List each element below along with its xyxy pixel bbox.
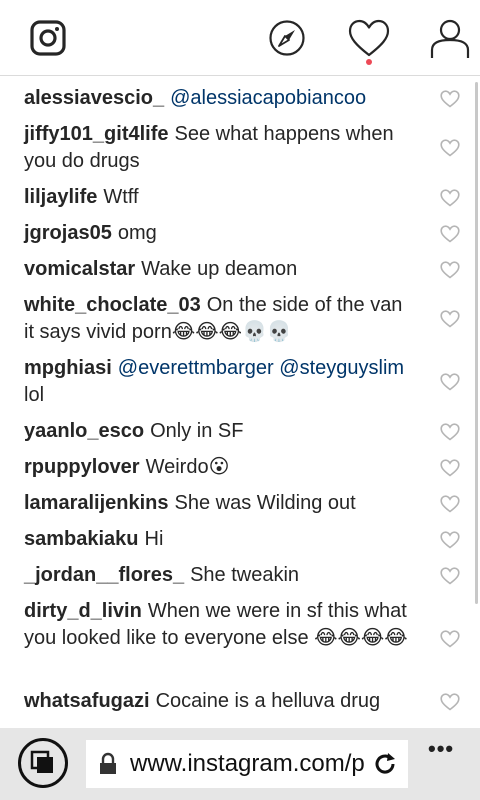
comment-body: She tweakin <box>190 564 300 586</box>
like-heart-icon[interactable] <box>440 310 460 328</box>
comment-text: alessiavescio_ @alessiacapobiancoo <box>24 85 416 112</box>
like-heart-icon[interactable] <box>440 89 460 108</box>
comment-row: dirty_d_livin When we were in sf this wha… <box>24 598 464 679</box>
refresh-icon[interactable] <box>372 751 398 777</box>
like-heart-icon[interactable] <box>440 422 460 441</box>
comment-body: omg <box>117 222 157 244</box>
comment-text: vomicalstar Wake up deamon <box>24 256 416 283</box>
comment-body: Wake up deamon <box>141 258 298 280</box>
comment-text: lamaralijenkins She was Wilding out <box>24 490 416 517</box>
comment-username-link[interactable]: alessiavescio_ <box>24 87 164 109</box>
comment-body: She was Wilding out <box>174 492 356 514</box>
tabs-icon <box>30 750 53 773</box>
comment-body: Hi <box>144 528 164 550</box>
comment-row: mpghiasi @everettmbarger @steyguyslim lol <box>24 355 464 409</box>
comment-text: liljaylife Wtff <box>24 184 416 211</box>
like-heart-icon[interactable] <box>440 494 460 513</box>
like-heart-icon[interactable] <box>440 458 460 477</box>
comment-row: sambakiaku Hi <box>24 526 464 553</box>
comment-username-link[interactable]: white_choclate_03 <box>24 294 201 316</box>
comment-username-link[interactable]: vomicalstar <box>24 258 135 280</box>
comment-username-link[interactable]: lamaralijenkins <box>24 492 169 514</box>
comment-text: yaanlo_esco Only in SF <box>24 418 416 445</box>
comment-body: Cocaine is a helluva drug <box>155 690 381 712</box>
comment-username-link[interactable]: yaanlo_esco <box>24 420 144 442</box>
comment-row: liljaylife Wtff <box>24 184 464 211</box>
comment-text: whatsafugazi Cocaine is a helluva drug <box>24 688 416 715</box>
url-text: www.instagram.com/p <box>130 750 365 777</box>
notification-dot <box>366 59 372 65</box>
compass-icon[interactable] <box>268 19 306 57</box>
heart-icon[interactable] <box>348 19 390 59</box>
like-heart-icon[interactable] <box>440 629 460 648</box>
comment-username-link[interactable]: liljaylife <box>24 186 97 208</box>
mention-link[interactable]: @everettmbarger <box>118 357 274 379</box>
comment-body: lol <box>24 384 45 406</box>
more-options-button[interactable]: ••• <box>428 736 454 762</box>
comment-text: jgrojas05 omg <box>24 220 416 247</box>
browser-toolbar: www.instagram.com/p ••• <box>0 728 480 800</box>
like-heart-icon[interactable] <box>440 260 460 279</box>
comment-text: white_choclate_03 On the side of the van … <box>24 292 416 346</box>
comment-row: whatsafugazi Cocaine is a helluva drug <box>24 688 464 715</box>
comment-body: Wtff <box>103 186 139 208</box>
like-heart-icon[interactable] <box>440 224 460 243</box>
comment-row: lamaralijenkins She was Wilding out <box>24 490 464 517</box>
comment-username-link[interactable]: mpghiasi <box>24 357 112 379</box>
comment-username-link[interactable]: jgrojas05 <box>24 222 112 244</box>
address-bar[interactable]: www.instagram.com/p <box>86 740 408 788</box>
comment-text: jiffy101_git4life See what happens when y… <box>24 121 416 175</box>
comment-text: _jordan__flores_ She tweakin <box>24 562 416 589</box>
comment-row: alessiavescio_ @alessiacapobiancoo <box>24 85 464 112</box>
comment-body: Only in SF <box>150 420 244 442</box>
like-heart-icon[interactable] <box>440 692 460 711</box>
like-heart-icon[interactable] <box>440 139 460 157</box>
comment-row: vomicalstar Wake up deamon <box>24 256 464 283</box>
comment-username-link[interactable]: jiffy101_git4life <box>24 123 169 145</box>
like-heart-icon[interactable] <box>440 188 460 207</box>
comment-row: yaanlo_esco Only in SF <box>24 418 464 445</box>
comment-username-link[interactable]: rpuppylover <box>24 456 140 478</box>
mention-link[interactable]: @steyguyslim <box>279 357 404 379</box>
comment-text: dirty_d_livin When we were in sf this wha… <box>24 598 416 652</box>
comment-row: white_choclate_03 On the side of the van … <box>24 292 464 346</box>
profile-icon[interactable] <box>428 18 472 60</box>
comment-body: Weirdo😮 <box>145 456 230 478</box>
lock-icon <box>100 752 116 774</box>
top-nav-bar <box>0 0 480 76</box>
like-heart-icon[interactable] <box>440 373 460 391</box>
like-heart-icon[interactable] <box>440 566 460 585</box>
comment-username-link[interactable]: _jordan__flores_ <box>24 564 184 586</box>
comment-row: _jordan__flores_ She tweakin <box>24 562 464 589</box>
comment-username-link[interactable]: whatsafugazi <box>24 690 150 712</box>
comment-row: jgrojas05 omg <box>24 220 464 247</box>
mention-link[interactable]: @alessiacapobiancoo <box>170 87 366 109</box>
comment-text: rpuppylover Weirdo😮 <box>24 454 416 481</box>
like-heart-icon[interactable] <box>440 530 460 549</box>
comment-list: alessiavescio_ @alessiacapobiancoo jiffy10… <box>0 76 480 728</box>
comment-row: jiffy101_git4life See what happens when y… <box>24 121 464 175</box>
comment-username-link[interactable]: dirty_d_livin <box>24 600 142 622</box>
scrollbar[interactable] <box>475 82 478 604</box>
comment-row: rpuppylover Weirdo😮 <box>24 454 464 481</box>
comment-text: mpghiasi @everettmbarger @steyguyslim lol <box>24 355 416 409</box>
tabs-button[interactable] <box>18 738 68 788</box>
instagram-logo-icon[interactable] <box>30 20 66 56</box>
comment-text: sambakiaku Hi <box>24 526 416 553</box>
comment-username-link[interactable]: sambakiaku <box>24 528 139 550</box>
